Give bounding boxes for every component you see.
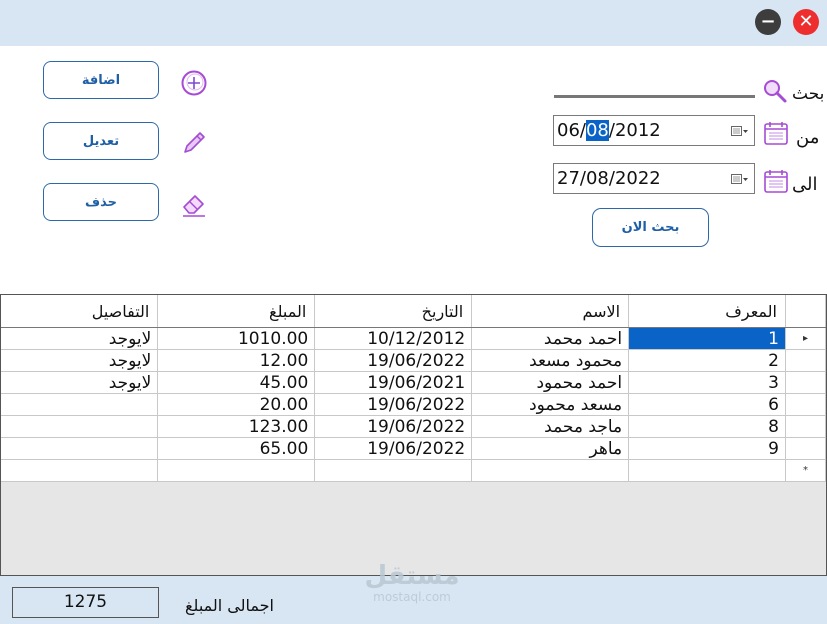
cell-details[interactable]: لايوجد [1,349,159,372]
from-calendar-icon [764,122,788,145]
cell-name[interactable]: ماهر [471,437,630,460]
add-button[interactable]: اضافة [43,61,159,99]
add-circle-icon[interactable] [180,69,208,97]
cell-amount[interactable]: 1010.00 [157,327,316,350]
table-row[interactable]: لايوجد 1010.00 10/12/2012 احمد محمد 1 ▸ [1,327,826,350]
cell-date[interactable]: 19/06/2021 [314,371,473,394]
current-row-indicator[interactable]: ▸ [785,327,826,350]
watermark-latin: mostaql.com [373,590,451,604]
edit-button[interactable]: تعديل [43,122,159,160]
cell-amount[interactable]: 65.00 [157,437,316,460]
dropdown-calendar-icon[interactable] [731,125,748,137]
cell-details[interactable]: لايوجد [1,327,159,350]
cell-details[interactable] [1,459,159,482]
cell-date[interactable] [314,459,473,482]
cell-id[interactable]: 8 [628,415,786,438]
eraser-icon[interactable] [180,190,208,218]
row-header[interactable] [785,415,826,438]
cell-details[interactable] [1,393,159,416]
to-date-picker[interactable]: 27/08/2022 [553,163,755,194]
to-label: الى [792,174,818,195]
cell-date[interactable]: 19/06/2022 [314,415,473,438]
search-label: بحث [792,84,825,104]
from-date-picker[interactable]: 06/08/2012 [553,115,755,146]
cell-date[interactable]: 19/06/2022 [314,393,473,416]
total-amount-field[interactable]: 1275 [12,587,159,618]
title-bar: − ✕ [0,0,827,46]
close-button[interactable]: ✕ [793,9,819,35]
cell-amount[interactable]: 123.00 [157,415,316,438]
cell-date[interactable]: 19/06/2022 [314,437,473,460]
cell-name[interactable]: احمد محمود [471,371,630,394]
cell-id[interactable]: 9 [628,437,786,460]
row-header-corner [785,295,826,328]
cell-id[interactable] [628,459,786,482]
from-label: من [796,127,820,148]
records-table: التفاصيل المبلغ التاريخ الاسم المعرف لاي… [1,295,826,482]
watermark-arabic: مستقل [364,561,460,591]
pencil-icon[interactable] [180,128,208,156]
cell-id[interactable]: 3 [628,371,786,394]
search-icon[interactable] [762,78,788,104]
cell-name[interactable]: مسعد محمود [471,393,630,416]
column-header-date[interactable]: التاريخ [314,295,473,328]
row-header[interactable] [785,371,826,394]
new-row-indicator[interactable]: * [785,459,826,482]
cell-amount[interactable]: 20.00 [157,393,316,416]
cell-amount[interactable] [157,459,316,482]
watermark: مستقل mostaql.com [362,562,462,604]
cell-id[interactable]: 1 [628,327,786,350]
cell-name[interactable]: احمد محمد [471,327,630,350]
cell-details[interactable] [1,437,159,460]
cell-name[interactable]: ماجد محمد [471,415,630,438]
column-header-details[interactable]: التفاصيل [1,295,159,328]
cell-id[interactable]: 2 [628,349,786,372]
from-date-year: /2012 [608,120,661,141]
cell-details[interactable]: لايوجد [1,371,159,394]
table-row[interactable]: 20.00 19/06/2022 مسعد محمود 6 [1,393,826,416]
table-row[interactable]: لايوجد 12.00 19/06/2022 محمود مسعد 2 [1,349,826,372]
cell-date[interactable]: 10/12/2012 [314,327,473,350]
search-now-button[interactable]: بحث الان [592,208,709,247]
row-header[interactable] [785,437,826,460]
cell-id[interactable]: 6 [628,393,786,416]
new-row[interactable]: * [1,459,826,482]
data-grid[interactable]: التفاصيل المبلغ التاريخ الاسم المعرف لاي… [0,294,827,576]
to-date-value: 27/08/2022 [557,168,661,189]
table-row[interactable]: 65.00 19/06/2022 ماهر 9 [1,437,826,460]
search-input[interactable] [554,95,755,98]
column-header-amount[interactable]: المبلغ [157,295,316,328]
table-row[interactable]: لايوجد 45.00 19/06/2021 احمد محمود 3 [1,371,826,394]
to-calendar-icon [764,170,788,193]
row-header[interactable] [785,393,826,416]
header-row: التفاصيل المبلغ التاريخ الاسم المعرف [1,295,826,328]
row-header[interactable] [785,349,826,372]
column-header-name[interactable]: الاسم [471,295,630,328]
from-date-month-selected: 08 [585,120,609,141]
minimize-button[interactable]: − [755,9,781,35]
column-header-id[interactable]: المعرف [628,295,786,328]
dropdown-calendar-icon[interactable] [731,173,748,185]
from-date-day: 06/ [557,120,586,141]
cell-date[interactable]: 19/06/2022 [314,349,473,372]
table-row[interactable]: 123.00 19/06/2022 ماجد محمد 8 [1,415,826,438]
total-amount-label: اجمالى المبلغ [185,596,274,615]
cell-name[interactable]: محمود مسعد [471,349,630,372]
cell-amount[interactable]: 45.00 [157,371,316,394]
cell-details[interactable] [1,415,159,438]
delete-button[interactable]: حذف [43,183,159,221]
cell-amount[interactable]: 12.00 [157,349,316,372]
cell-name[interactable] [471,459,630,482]
